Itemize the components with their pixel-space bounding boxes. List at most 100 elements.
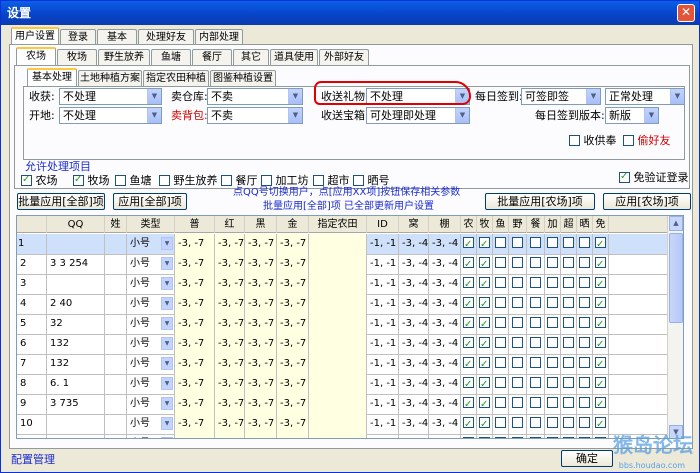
table-checkbox[interactable] (577, 234, 593, 254)
table-checkbox[interactable] (461, 414, 477, 434)
table-checkbox[interactable] (509, 394, 527, 414)
table-checkbox[interactable] (461, 354, 477, 374)
header-fish[interactable]: 鱼 (493, 216, 509, 233)
table-checkbox[interactable] (493, 274, 509, 294)
table-checkbox[interactable] (461, 274, 477, 294)
table-checkbox[interactable] (527, 374, 545, 394)
table-checkbox[interactable] (545, 414, 561, 434)
table-checkbox[interactable] (461, 254, 477, 274)
table-checkbox[interactable] (561, 394, 577, 414)
table-checkbox[interactable] (477, 294, 493, 314)
header-red[interactable]: 红 (215, 216, 245, 233)
table-checkbox[interactable] (477, 254, 493, 274)
tab-field-planting[interactable]: 指定农田种植 (143, 70, 209, 86)
table-checkbox[interactable] (561, 374, 577, 394)
table-row[interactable]: 5 32 小号 ▼ -3, -7 -3, -7 -3, -7 -3, -7 -1, -1 -3, … (17, 314, 683, 335)
table-checkbox[interactable] (509, 334, 527, 354)
table-row[interactable]: 8 6. 1 小号 ▼ -3, -7 -3, -7 -3, -7 -3, -7 -1, -1 -3… (17, 374, 683, 395)
batch-apply-all-button[interactable]: 批量应用[全部]项 (17, 193, 105, 210)
table-cell-qq[interactable]: 132 (47, 334, 105, 354)
allow-fishpond-checkbox[interactable]: 鱼塘 (115, 174, 152, 188)
ok-button[interactable]: 确定 (561, 450, 613, 467)
tab-atlas-planting[interactable]: 图鉴种植设置 (210, 70, 276, 86)
table-row[interactable]: 111小号▼-3, -7-3, -7-3, -7-3, -7-1, -1-3, … (17, 434, 683, 438)
table-cell-qq[interactable] (47, 414, 105, 434)
steal-friend-checkbox[interactable]: 偷好友 (623, 134, 671, 148)
tab-user-settings[interactable]: 用户设置 (11, 27, 59, 45)
table-checkbox[interactable] (477, 334, 493, 354)
table-checkbox[interactable] (593, 294, 609, 314)
sign-version-select[interactable]: 新版 ▼ (605, 107, 659, 124)
table-checkbox[interactable] (577, 294, 593, 314)
table-cell-type[interactable]: 小号▼ (127, 374, 175, 394)
tab-external-friends[interactable]: 外部好友 (319, 49, 369, 65)
table-checkbox[interactable] (493, 254, 509, 274)
tab-other[interactable]: 其它 (233, 49, 269, 65)
table-checkbox[interactable] (577, 274, 593, 294)
table-checkbox[interactable] (561, 354, 577, 374)
table-checkbox[interactable] (461, 314, 477, 334)
collect-fist-checkbox[interactable]: 收供奉 (569, 134, 617, 148)
table-row[interactable]: 6 132 小号 ▼ -3, -7 -3, -7 -3, -7 -3, -7 -1, -1 -3,… (17, 334, 683, 355)
table-checkbox[interactable] (577, 414, 593, 434)
table-checkbox[interactable] (577, 354, 593, 374)
table-checkbox[interactable] (561, 294, 577, 314)
table-checkbox[interactable] (527, 334, 545, 354)
table-cell-qq[interactable]: 6. 1 (47, 374, 105, 394)
table-checkbox[interactable] (509, 434, 527, 438)
table-row[interactable]: 93 735 小号 ▼ -3, -7 -3, -7 -3, -7 -3, -7 -1, -1-… (17, 394, 683, 415)
vertical-scrollbar[interactable]: ▲ ▼ (667, 216, 683, 438)
table-cell-type[interactable]: 小号▼ (127, 234, 175, 254)
table-checkbox[interactable] (593, 234, 609, 254)
table-checkbox[interactable] (561, 274, 577, 294)
treasure-select[interactable]: 可处理即处理 ▼ (366, 107, 470, 124)
table-checkbox[interactable] (461, 434, 477, 438)
table-cell-type[interactable]: 小号▼ (127, 414, 175, 434)
table-checkbox[interactable] (545, 394, 561, 414)
header-normal[interactable]: 普 (175, 216, 215, 233)
table-checkbox[interactable] (461, 334, 477, 354)
table-checkbox[interactable] (493, 394, 509, 414)
header-workshop[interactable]: 加 (545, 216, 561, 233)
table-checkbox[interactable] (577, 254, 593, 274)
table-cell-qq[interactable]: 132 (47, 354, 105, 374)
table-checkbox[interactable] (545, 274, 561, 294)
table-cell-qq[interactable] (47, 234, 105, 254)
table-row[interactable]: 42 40 小号 ▼ -3, -7 -3, -7 -3, -7 -3, -7 -1, -1 -3… (17, 294, 683, 315)
table-checkbox[interactable] (509, 374, 527, 394)
harvest-select[interactable]: 不处理 ▼ (59, 88, 162, 105)
table-checkbox[interactable] (461, 234, 477, 254)
header-free[interactable]: 免 (593, 216, 609, 233)
normal-process-select[interactable]: 正常处理 ▼ (605, 88, 685, 105)
table-checkbox[interactable] (561, 434, 577, 438)
header-market[interactable]: 超 (561, 216, 577, 233)
tab-basic-processing[interactable]: 基本处理 (27, 68, 77, 86)
tab-internal[interactable]: 内部处理 (195, 29, 243, 45)
table-row[interactable]: 7 132 小号 ▼ -3, -7 -3, -7 -3, -7 -3, -7 -1, -1 -3,… (17, 354, 683, 375)
table-checkbox[interactable] (493, 334, 509, 354)
table-checkbox[interactable] (545, 314, 561, 334)
header-nest[interactable]: 窝 (399, 216, 429, 233)
header-black[interactable]: 黑 (245, 216, 277, 233)
table-checkbox[interactable] (545, 334, 561, 354)
bag-sell-select[interactable]: 不卖 ▼ (207, 107, 303, 124)
table-checkbox[interactable] (593, 274, 609, 294)
table-cell-qq[interactable]: 2 40 (47, 294, 105, 314)
table-checkbox[interactable] (493, 314, 509, 334)
table-checkbox[interactable] (593, 374, 609, 394)
table-checkbox[interactable] (527, 274, 545, 294)
table-cell-type[interactable]: 小号▼ (127, 434, 175, 438)
scroll-thumb[interactable] (669, 233, 683, 323)
table-checkbox[interactable] (477, 234, 493, 254)
table-cell-type[interactable]: 小号▼ (127, 394, 175, 414)
daily-sign-select[interactable]: 可签即签 ▼ (521, 88, 601, 105)
table-cell-type[interactable]: 小号▼ (127, 314, 175, 334)
table-checkbox[interactable] (561, 234, 577, 254)
allow-wild-checkbox[interactable]: 野生放养 (159, 174, 218, 188)
header-ranch[interactable]: 牧 (477, 216, 493, 233)
header-id[interactable]: ID (367, 216, 399, 233)
table-checkbox[interactable] (527, 414, 545, 434)
header-farm[interactable]: 农 (461, 216, 477, 233)
table-checkbox[interactable] (593, 314, 609, 334)
header-wild[interactable]: 野 (509, 216, 527, 233)
